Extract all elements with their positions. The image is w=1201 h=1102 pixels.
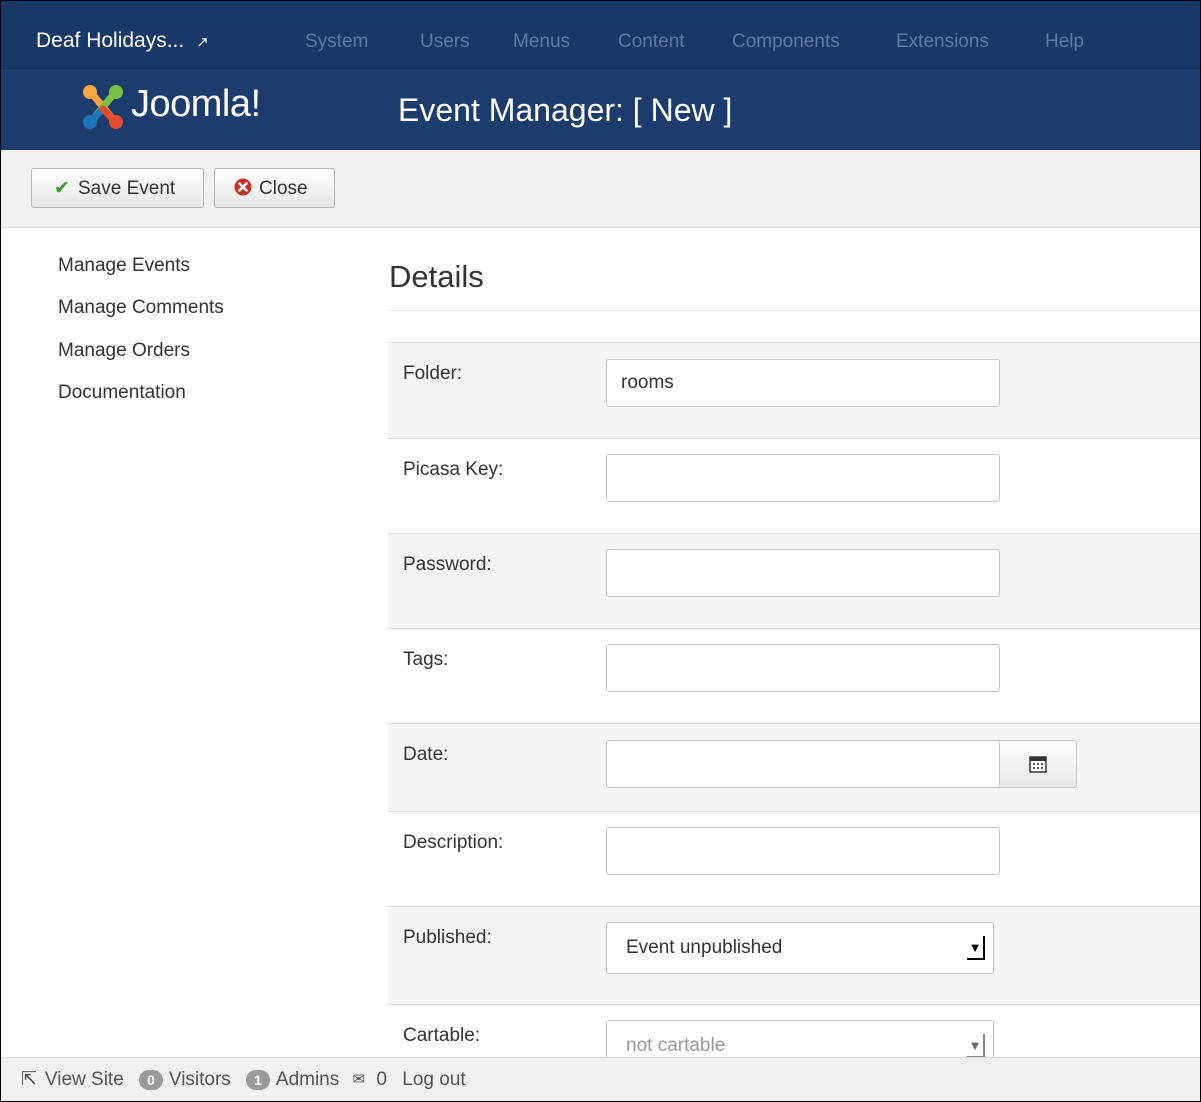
date-label: Date: <box>403 744 449 765</box>
folder-input[interactable]: rooms <box>606 359 1000 407</box>
form-row-picasa-key: Picasa Key: <box>388 438 1200 533</box>
close-label: Close <box>259 178 308 199</box>
visitors-count-badge: 0 <box>139 1070 163 1090</box>
sidebar-item-manage-events[interactable]: Manage Events <box>58 255 190 277</box>
published-label: Published: <box>403 927 492 948</box>
dropdown-arrow-icon: ▼ <box>967 936 985 960</box>
sidebar-item-manage-comments[interactable]: Manage Comments <box>58 297 224 319</box>
form-row-folder: Folder: rooms <box>388 342 1200 438</box>
form-row-date: Date: <box>388 723 1200 811</box>
page-title: Event Manager: [ New ] <box>398 92 733 128</box>
cartable-selected-value: not cartable <box>626 1035 726 1056</box>
tags-input[interactable] <box>606 644 1000 692</box>
folder-label: Folder: <box>403 363 463 384</box>
dropdown-arrow-icon: ▼ <box>967 1034 985 1058</box>
sidebar-item-manage-orders[interactable]: Manage Orders <box>58 340 190 362</box>
toolbar: ✔ Save Event Close <box>1 150 1200 228</box>
visitors-label: Visitors <box>168 1069 231 1090</box>
password-input[interactable] <box>606 549 1000 597</box>
tags-label: Tags: <box>403 649 449 670</box>
check-icon: ✔ <box>54 178 70 199</box>
nav-content[interactable]: Content <box>618 31 685 53</box>
messages-count[interactable]: 0 <box>376 1058 387 1101</box>
admins-count-badge: 1 <box>246 1070 270 1090</box>
nav-components[interactable]: Components <box>732 31 840 53</box>
description-label: Description: <box>403 832 504 853</box>
sidebar-item-documentation[interactable]: Documentation <box>58 382 186 404</box>
nav-help[interactable]: Help <box>1045 31 1084 53</box>
joomla-logo <box>83 85 123 129</box>
calendar-button[interactable] <box>999 740 1077 788</box>
divider <box>389 310 1200 311</box>
admin-window: Deaf Holidays... ↗ System Users Menus Co… <box>0 0 1201 1102</box>
calendar-icon <box>1029 756 1047 773</box>
date-input[interactable] <box>606 740 1000 788</box>
nav-menus[interactable]: Menus <box>513 31 570 53</box>
page-header: Joomla! Event Manager: [ New ] <box>1 68 1200 151</box>
top-navbar: Deaf Holidays... ↗ System Users Menus Co… <box>1 1 1200 68</box>
picasa-key-label: Picasa Key: <box>403 459 504 480</box>
nav-extensions[interactable]: Extensions <box>896 31 989 53</box>
save-event-label: Save Event <box>78 178 176 199</box>
published-select[interactable]: Event unpublished ▼ <box>606 922 994 974</box>
password-label: Password: <box>403 554 492 575</box>
external-link-icon: ↗ <box>196 34 209 51</box>
close-button[interactable]: Close <box>214 168 335 208</box>
form-row-password: Password: <box>388 533 1200 628</box>
status-bar: ⇱ View Site 0 Visitors 1 Admins ✉ 0 Log out <box>1 1057 1200 1101</box>
picasa-key-input[interactable] <box>606 454 1000 502</box>
form-row-published: Published: Event unpublished ▼ <box>388 906 1200 1004</box>
published-selected-value: Event unpublished <box>626 937 783 958</box>
close-circle-icon <box>233 169 253 209</box>
description-input[interactable] <box>606 827 1000 875</box>
site-name: Deaf Holidays... <box>36 29 185 52</box>
joomla-logo-text: Joomla! <box>131 83 261 125</box>
external-link-icon: ⇱ <box>21 1069 37 1090</box>
form-row-cartable: Cartable: not cartable ▼ <box>388 1004 1200 1072</box>
envelope-icon: ✉ <box>352 1071 366 1088</box>
details-heading: Details <box>389 259 484 294</box>
form-row-description: Description: <box>388 811 1200 906</box>
nav-system[interactable]: System <box>305 31 368 53</box>
cartable-label: Cartable: <box>403 1025 481 1046</box>
site-link[interactable]: Deaf Holidays... ↗ <box>36 29 209 55</box>
save-event-button[interactable]: ✔ Save Event <box>31 168 204 208</box>
nav-users[interactable]: Users <box>420 31 470 53</box>
admins-label: Admins <box>275 1069 340 1090</box>
logout-link[interactable]: Log out <box>402 1058 465 1101</box>
view-site-link[interactable]: View Site <box>45 1058 124 1101</box>
form-row-tags: Tags: <box>388 628 1200 723</box>
